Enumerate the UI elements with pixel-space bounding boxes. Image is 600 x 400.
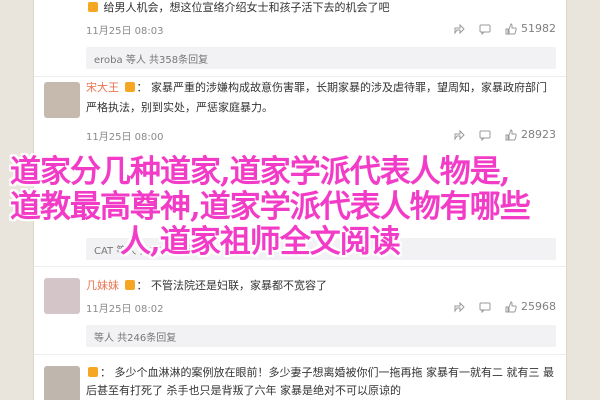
share-button[interactable] (453, 128, 465, 141)
divider (34, 76, 566, 77)
comment-item: 宋大王 ： 家暴严重的涉嫌构成故意伤害罪，长期家暴的涉及虐待罪，望周知，家暴政府… (34, 78, 566, 150)
like-count: 28923 (521, 128, 556, 141)
comment-date: 11月25日 08:02 (86, 304, 164, 315)
like-count: 25968 (521, 300, 556, 313)
comment-text: 给男人机会，想这位宣络介绍女士和孩子活下去的机会了吧 (103, 1, 390, 14)
divider (34, 266, 566, 267)
share-icon (454, 301, 465, 313)
vip-badge-icon (88, 367, 98, 377)
like-count: 51982 (521, 22, 556, 35)
comment-icon (479, 130, 491, 141)
reply-summary-text: eroba 等人 共358条回复 (94, 55, 209, 66)
like-button[interactable]: 28923 (505, 128, 556, 141)
divider (34, 354, 566, 355)
share-button[interactable] (453, 22, 465, 35)
comment-item: 给男人机会，想这位宣络介绍女士和孩子活下去的机会了吧 11月25日 08:03 … (34, 0, 566, 42)
reply-summary-text: CAT 等人 共1000条回复 (94, 246, 205, 257)
vip-badge-icon (124, 280, 135, 290)
vip-badge-icon (88, 2, 98, 12)
vip-badge-icon (124, 82, 135, 92)
comment-icon (479, 24, 491, 35)
comment-text: 不管法院还是妇联，家暴都不宽容了 (151, 279, 327, 292)
reply-summary[interactable]: 等人 共246条回复 (86, 325, 556, 347)
comment-username[interactable]: 宋大王 (86, 81, 119, 94)
comment-item: ： 多少个血淋淋的案例放在眼前！多少妻子想离婚被你们一拖再拖 家暴有一就有二 就… (34, 358, 566, 400)
reply-summary[interactable]: CAT 等人 共1000条回复 (86, 238, 556, 260)
avatar[interactable] (44, 366, 80, 400)
comment-item: 几妹妹 ： 不管法院还是妇联，家暴都不宽容了 11月25日 08:02 2596… (34, 270, 566, 320)
like-icon (505, 22, 517, 34)
like-icon (505, 128, 517, 140)
comment-text: 家暴严重的涉嫌构成故意伤害罪，长期家暴的涉及虐待罪，望周知，家暴政府部门严格执法… (86, 81, 547, 114)
comment-username[interactable]: 几妹妹 (86, 279, 119, 292)
avatar[interactable] (44, 82, 80, 118)
like-button[interactable]: 51982 (505, 22, 556, 35)
like-icon (505, 300, 517, 312)
share-icon (454, 23, 465, 35)
comment-date: 11月25日 08:00 (86, 132, 164, 143)
reply-summary[interactable]: eroba 等人 共358条回复 (86, 47, 556, 69)
comment-date: 11月25日 08:03 (86, 26, 164, 37)
reply-summary-text: 等人 共246条回复 (94, 333, 177, 344)
avatar[interactable] (44, 278, 80, 314)
like-button[interactable]: 25968 (505, 300, 556, 313)
comment-button[interactable] (479, 128, 491, 141)
comment-button[interactable] (479, 300, 491, 313)
share-button[interactable] (453, 300, 465, 313)
share-icon (454, 129, 465, 141)
comment-panel: 给男人机会，想这位宣络介绍女士和孩子活下去的机会了吧 11月25日 08:03 … (34, 0, 566, 400)
comment-button[interactable] (479, 22, 491, 35)
comment-icon (479, 302, 491, 313)
comment-text: 多少个血淋淋的案例放在眼前！多少妻子想离婚被你们一拖再拖 家暴有一就有二 就有三… (86, 366, 554, 397)
